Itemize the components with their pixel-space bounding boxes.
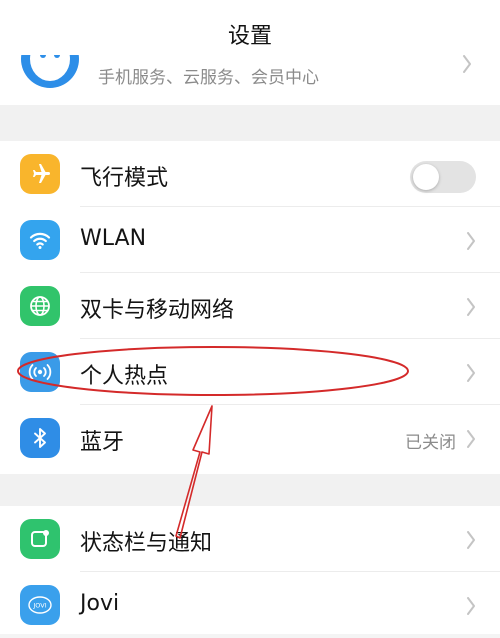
jovi-label: Jovi [80, 591, 120, 616]
section-gap [0, 474, 500, 506]
settings-group-network: 飞行模式 WLAN 双卡与移动网络 个人热点 蓝牙 已关闭 [0, 141, 500, 474]
airplane-icon [20, 154, 60, 194]
status-bar-label: 状态栏与通知 [80, 531, 213, 556]
chevron-right-icon [467, 232, 475, 250]
wlan-label: WLAN [80, 226, 147, 251]
chevron-right-icon [467, 430, 475, 448]
bluetooth-icon [20, 418, 60, 458]
chevron-right-icon [467, 364, 475, 382]
settings-row-dual-sim[interactable]: 双卡与移动网络 [0, 273, 500, 339]
chevron-right-icon [463, 55, 471, 73]
page-title: 设置 [227, 24, 272, 49]
wifi-icon [20, 220, 60, 260]
chevron-right-icon [467, 298, 475, 316]
jovi-icon-text: JOVI [32, 602, 46, 610]
chevron-right-icon [467, 531, 475, 549]
settings-row-airplane-mode[interactable]: 飞行模式 [0, 141, 500, 207]
hotspot-label: 个人热点 [80, 364, 169, 389]
settings-row-jovi[interactable]: JOVI Jovi [0, 572, 500, 638]
globe-icon [20, 286, 60, 326]
jovi-icon: JOVI [20, 585, 60, 625]
hotspot-icon [20, 352, 60, 392]
notification-icon [20, 519, 60, 559]
settings-row-bluetooth[interactable]: 蓝牙 已关闭 [0, 405, 500, 471]
account-row[interactable]: 手机服务、云服务、会员中心 [0, 55, 500, 105]
chevron-right-icon [467, 597, 475, 615]
dual-sim-label: 双卡与移动网络 [80, 298, 235, 323]
bluetooth-label: 蓝牙 [80, 430, 125, 455]
section-gap [0, 105, 500, 141]
settings-group-system: 状态栏与通知 JOVI Jovi [0, 506, 500, 634]
bluetooth-status: 已关闭 [405, 433, 456, 453]
settings-row-status-bar[interactable]: 状态栏与通知 [0, 506, 500, 572]
account-subtitle: 手机服务、云服务、会员中心 [98, 68, 319, 88]
settings-row-hotspot[interactable]: 个人热点 [0, 339, 500, 405]
avatar-icon [21, 55, 79, 88]
toggle-knob [413, 164, 439, 190]
airplane-mode-toggle[interactable] [410, 161, 476, 193]
settings-row-wlan[interactable]: WLAN [0, 207, 500, 273]
airplane-mode-label: 飞行模式 [80, 166, 169, 191]
